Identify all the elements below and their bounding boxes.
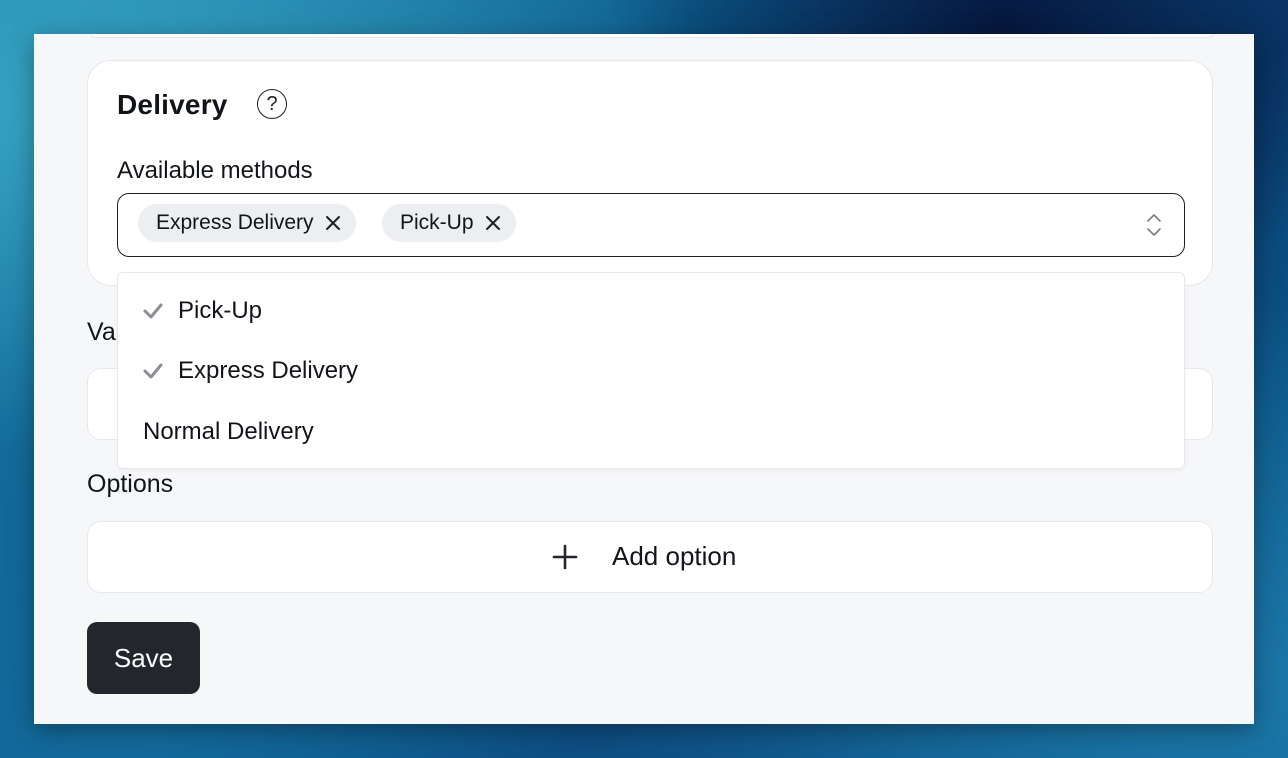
chip-label: Pick-Up <box>400 211 474 234</box>
option-label: Normal Delivery <box>143 418 314 445</box>
plus-icon <box>552 544 578 570</box>
option-label: Express Delivery <box>178 357 359 384</box>
available-methods-label: Available methods <box>117 157 313 184</box>
methods-dropdown-list: Pick-Up Express Delivery Normal Delivery <box>117 272 1185 469</box>
available-methods-select[interactable]: Express Delivery Pick-Up <box>117 193 1185 257</box>
delivery-card: Delivery ? Available methods Express Del… <box>87 60 1213 286</box>
check-icon <box>143 303 163 319</box>
chip-express-delivery: Express Delivery <box>138 204 356 242</box>
delivery-title: Delivery <box>117 89 228 120</box>
add-option-label: Add option <box>612 541 737 571</box>
add-option-button[interactable]: Add option <box>87 521 1213 593</box>
close-icon[interactable] <box>324 214 342 232</box>
chip-label: Express Delivery <box>156 211 314 234</box>
question-circle-icon[interactable]: ? <box>257 89 287 119</box>
dropdown-option-express-delivery[interactable]: Express Delivery <box>118 341 1184 401</box>
dropdown-option-normal-delivery[interactable]: Normal Delivery <box>118 402 1184 462</box>
option-label: Pick-Up <box>178 297 263 324</box>
values-label: Va <box>87 318 116 346</box>
dropdown-option-pick-up[interactable]: Pick-Up <box>118 281 1184 341</box>
previous-card-edge <box>88 34 1216 38</box>
form-panel: Delivery ? Available methods Express Del… <box>34 34 1254 724</box>
save-button[interactable]: Save <box>87 622 200 694</box>
chevron-up-down-icon <box>1147 214 1161 236</box>
chip-pick-up: Pick-Up <box>382 204 516 242</box>
options-label: Options <box>87 470 174 498</box>
check-icon <box>143 363 163 379</box>
close-icon[interactable] <box>484 214 502 232</box>
